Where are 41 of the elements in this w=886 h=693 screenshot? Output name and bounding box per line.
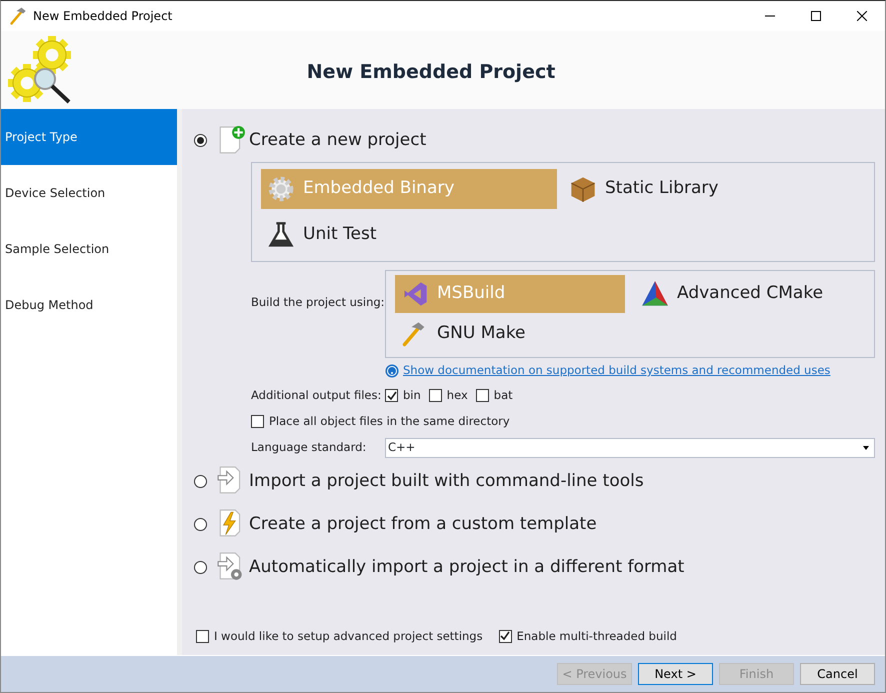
radio-button[interactable] [194,134,207,147]
sidebar-item[interactable]: Debug Method [1,277,177,333]
gear-icon [267,175,295,203]
dropdown-arrow-icon [861,444,871,451]
checkbox[interactable]: bat [476,387,513,404]
option-label[interactable]: Create a new project [249,128,426,154]
new-page-icon [217,126,245,156]
field-label: Additional output files: [251,387,382,404]
triangle-icon [641,280,669,308]
checkbox[interactable]: bin [385,387,421,404]
option-tile[interactable]: GNU Make [395,315,625,353]
flask-icon [267,221,295,249]
maximize-icon [811,11,821,21]
checkbox[interactable]: hex [428,387,468,404]
option-label[interactable]: Automatically import a project in a different format [249,554,684,580]
option-label[interactable]: Import a project built with command-line tools [249,468,644,494]
field-label: Build the project using: [251,294,385,311]
dialog-button[interactable]: Cancel [800,663,875,685]
option-tile[interactable]: Static Library [563,169,859,209]
language-dropdown[interactable]: C++ [385,438,875,458]
checkbox[interactable]: Place all object files in the same directory [251,412,875,430]
dialog-heading: New Embedded Project [306,60,556,85]
radio-button[interactable] [194,518,207,531]
checkbox[interactable]: Enable multi-threaded build [498,628,677,645]
option-tile[interactable]: Unit Test [261,215,557,255]
checkbox[interactable]: I would like to setup advanced project settings [196,628,483,645]
dialog-button[interactable]: Next > [638,663,713,685]
window-title: New Embedded Project [33,8,172,25]
radio-button[interactable] [194,474,207,488]
option-label[interactable]: Create a project from a custom template [249,512,597,537]
sidebar-item[interactable]: Device Selection [1,165,177,221]
field-label: Language standard: [251,439,368,456]
check-mark-icon [386,390,396,401]
check-mark-icon [500,631,510,642]
close-icon [857,11,867,21]
sidebar-item[interactable]: Sample Selection [1,221,177,277]
box-icon [569,175,597,203]
sidebar-item[interactable]: Project Type [1,109,177,165]
documentation-link[interactable]: Show documentation on supported build systems and recommended uses [403,362,830,380]
option-tile[interactable]: Advanced CMake [635,275,865,313]
radio-button[interactable] [194,560,207,574]
